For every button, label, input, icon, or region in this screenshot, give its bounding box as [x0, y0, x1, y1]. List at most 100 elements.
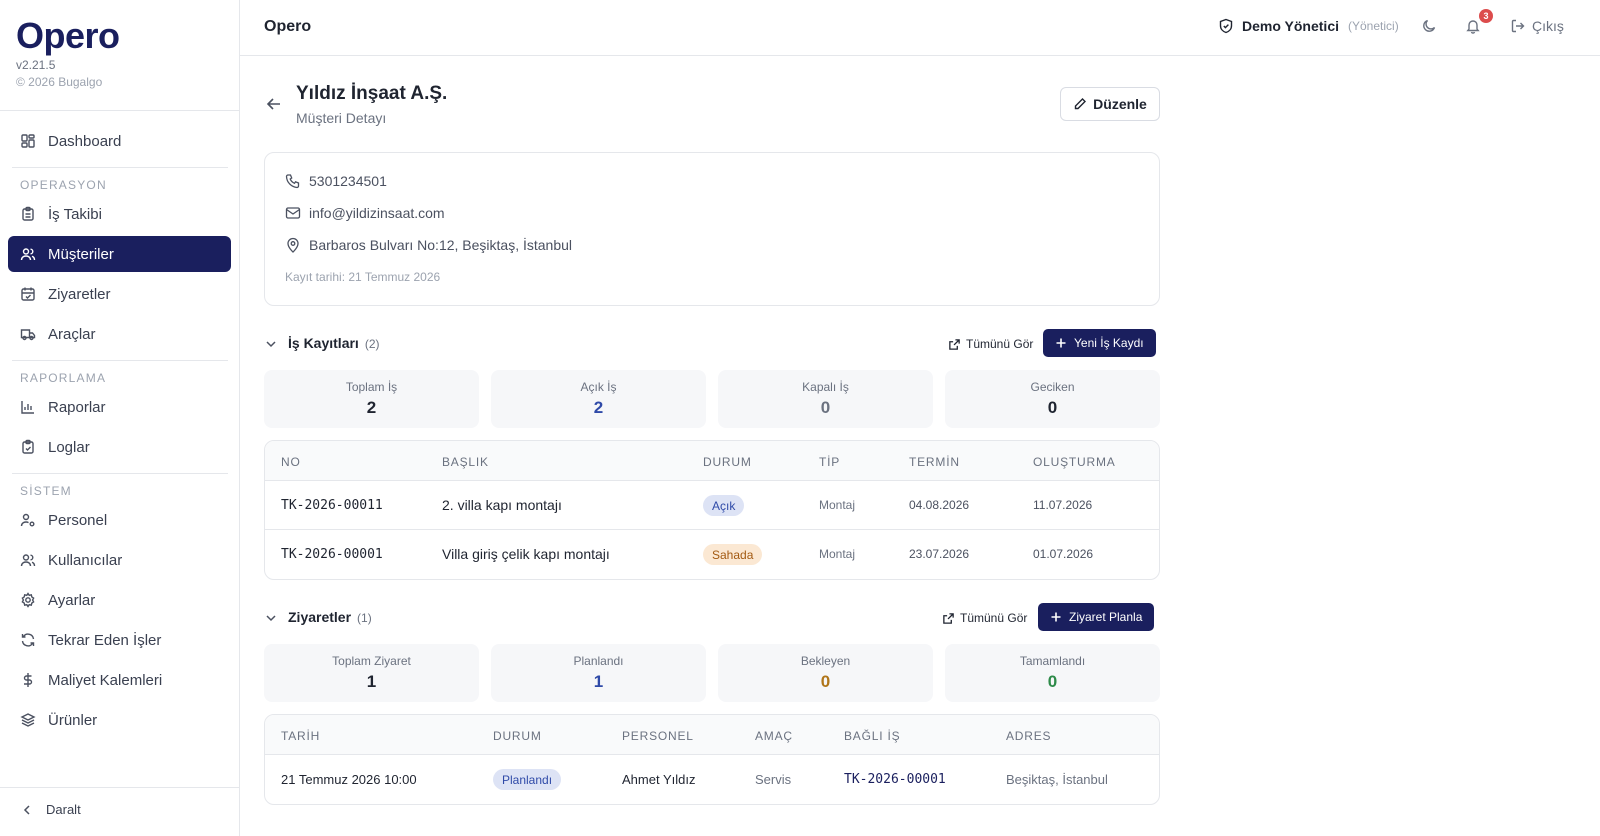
sidebar-item-is-takibi[interactable]: İş Takibi [8, 196, 231, 232]
sidebar-item-label: Personel [48, 511, 108, 529]
plan-visit-button[interactable]: Ziyaret Planla [1038, 603, 1155, 631]
visits-view-all-button[interactable]: Tümünü Gör [942, 611, 1027, 625]
stat-label: Tamamlandı [1019, 654, 1086, 668]
table-row[interactable]: 21 Temmuz 2026 10:00 Planlandı Ahmet Yıl… [265, 755, 1159, 804]
sidebar-item-label: Loglar [48, 438, 90, 456]
registered-date: Kayıt tarihi: 21 Temmuz 2026 [285, 270, 441, 284]
view-all-label: Tümünü Gör [966, 337, 1034, 351]
stat-label: Kapalı İş [802, 380, 849, 394]
notifications-button[interactable]: 3 [1465, 9, 1493, 38]
divider [0, 110, 240, 111]
column-header: OLUŞTURMA [1033, 455, 1116, 469]
sidebar-item-label: Raporlar [48, 398, 106, 416]
linked-job-link[interactable]: TK-2026-00001 [844, 772, 946, 787]
sidebar-item-araclar[interactable]: Araçlar [8, 316, 231, 352]
calendar-icon [21, 287, 35, 301]
refresh-icon [21, 633, 35, 647]
customer-info-card: 5301234501 info@yildizinsaat.com Barbaro… [264, 152, 1160, 306]
sidebar-item-label: Kullanıcılar [48, 551, 123, 569]
dashboard-icon [21, 134, 35, 148]
table-row[interactable]: TK-2026-00011 2. villa kapı montajı Açık… [265, 481, 1159, 530]
logout-label: Çıkış [1532, 18, 1564, 34]
job-type: Montaj [819, 498, 856, 512]
job-type: Montaj [819, 547, 856, 561]
sidebar-item-musteriler[interactable]: Müşteriler [8, 236, 231, 272]
clipboard-check-icon [22, 439, 34, 454]
jobs-title-text: İş Kayıtları [288, 335, 359, 351]
divider [12, 473, 228, 474]
user-role: (Yönetici) [1348, 19, 1399, 33]
customer-phone: 5301234501 [285, 173, 387, 189]
sidebar-item-kullanicilar[interactable]: Kullanıcılar [8, 542, 231, 578]
copyright: © 2026 Bugalgo [16, 75, 103, 89]
divider [0, 787, 240, 788]
users-icon [20, 248, 36, 261]
collapse-button[interactable]: Daralt [20, 802, 81, 817]
edit-button[interactable]: Düzenle [1060, 87, 1160, 121]
stat-total-visits: Toplam Ziyaret 1 [264, 644, 479, 702]
back-button[interactable] [265, 95, 283, 113]
stat-label: Geciken [1030, 380, 1075, 394]
stat-pending-visits: Bekleyen 0 [718, 644, 933, 702]
sidebar-item-label: Ziyaretler [48, 285, 111, 303]
bar-chart-icon [21, 401, 34, 414]
column-header: ADRES [1006, 729, 1052, 743]
column-header: DURUM [493, 729, 542, 743]
job-number: TK-2026-00011 [281, 498, 383, 513]
visits-section-title: Ziyaretler (1) [288, 609, 372, 625]
shield-icon [1219, 18, 1233, 34]
stat-closed-jobs: Kapalı İş 0 [718, 370, 933, 428]
sidebar-item-label: Tekrar Eden İşler [48, 631, 162, 649]
jobs-section-title: İş Kayıtları (2) [288, 335, 380, 351]
job-number: TK-2026-00001 [281, 547, 383, 562]
visit-date: 21 Temmuz 2026 10:00 [281, 772, 417, 787]
sidebar-item-label: Müşteriler [48, 245, 114, 263]
visits-count: (1) [357, 611, 372, 625]
user-name: Demo Yönetici [1242, 18, 1339, 34]
sidebar-item-dashboard[interactable]: Dashboard [8, 123, 231, 159]
theme-toggle-button[interactable] [1421, 18, 1441, 38]
chevron-left-icon [23, 804, 30, 815]
sidebar-item-personel[interactable]: Personel [8, 502, 231, 538]
chevron-down-icon[interactable] [264, 337, 278, 351]
jobs-view-all-button[interactable]: Tümünü Gör [948, 337, 1033, 351]
divider [12, 167, 228, 168]
moon-icon [1423, 19, 1436, 32]
topbar: Opero Demo Yönetici (Yönetici) 3 Çıkış [240, 0, 1600, 56]
column-header: NO [281, 455, 301, 469]
stat-total-jobs: Toplam İş 2 [264, 370, 479, 428]
sidebar-item-loglar[interactable]: Loglar [8, 429, 231, 465]
notification-count-badge: 3 [1479, 9, 1493, 23]
phone-value: 5301234501 [309, 173, 387, 189]
stat-value: 2 [593, 398, 604, 417]
topbar-title: Opero [264, 18, 312, 35]
section-label-operasyon: OPERASYON [20, 178, 107, 192]
sidebar-item-ziyaretler[interactable]: Ziyaretler [8, 276, 231, 312]
user-cog-icon [20, 513, 35, 527]
mail-icon [285, 207, 301, 219]
sidebar-item-ayarlar[interactable]: Ayarlar [8, 582, 231, 618]
sidebar-item-urunler[interactable]: Ürünler [8, 702, 231, 738]
logout-icon [1511, 19, 1525, 33]
table-row[interactable]: TK-2026-00001 Villa giriş çelik kapı mon… [265, 530, 1159, 579]
visit-address: Beşiktaş, İstanbul [1006, 772, 1108, 787]
sidebar-item-maliyet-kalemleri[interactable]: Maliyet Kalemleri [8, 662, 231, 698]
plus-icon [1056, 338, 1066, 348]
new-job-button[interactable]: Yeni İş Kaydı [1043, 329, 1156, 357]
jobs-table: NO BAŞLIK DURUM TİP TERMİN OLUŞTURMA TK-… [264, 440, 1160, 580]
sidebar-item-raporlar[interactable]: Raporlar [8, 389, 231, 425]
logout-button[interactable]: Çıkış [1510, 18, 1564, 34]
phone-icon [285, 174, 300, 189]
chevron-down-icon[interactable] [264, 611, 278, 625]
section-label-raporlama: RAPORLAMA [20, 371, 107, 385]
sidebar-item-label: Ürünler [48, 711, 98, 729]
sidebar-item-label: Ayarlar [48, 591, 96, 609]
app-logo: Opero [16, 15, 120, 56]
users-icon [20, 554, 36, 567]
stat-label: Açık İş [580, 380, 617, 394]
view-all-label: Tümünü Gör [960, 611, 1028, 625]
job-due-date: 23.07.2026 [909, 547, 970, 561]
brand: Opero v2.21.5 © 2026 Bugalgo [16, 15, 120, 90]
sidebar-item-tekrar-eden-isler[interactable]: Tekrar Eden İşler [8, 622, 231, 658]
job-title: 2. villa kapı montajı [442, 497, 562, 513]
